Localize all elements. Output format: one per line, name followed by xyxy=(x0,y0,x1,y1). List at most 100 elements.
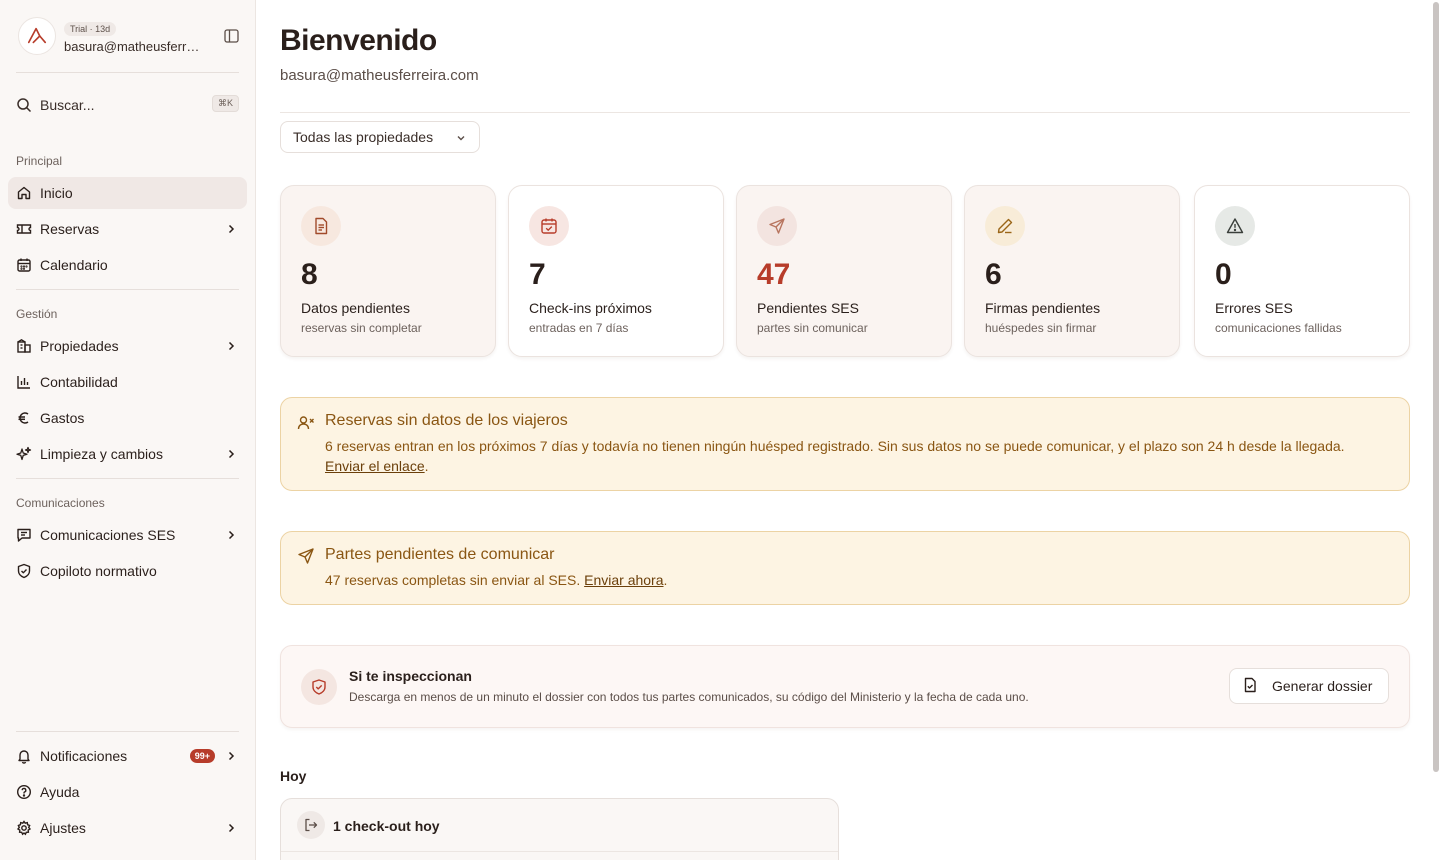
inspection-text: Descarga en menos de un minuto el dossie… xyxy=(349,690,1029,704)
sidebar-item-inicio[interactable]: Inicio xyxy=(8,177,247,209)
sidebar-item-label: Reservas xyxy=(40,221,100,237)
divider xyxy=(16,478,239,479)
alert-text: 47 reservas completas sin enviar al SES.… xyxy=(325,570,1379,590)
property-filter-select[interactable]: Todas las propiedades xyxy=(280,121,480,153)
shield-check-icon xyxy=(16,563,32,579)
notification-count-badge: 99+ xyxy=(189,749,215,763)
alert-text: 6 reservas entran en los próximos 7 días… xyxy=(325,436,1379,476)
stat-sublabel: huéspedes sin firmar xyxy=(985,321,1097,335)
search-icon xyxy=(17,98,32,113)
inspection-title: Si te inspeccionan xyxy=(349,668,472,684)
warning-icon xyxy=(1215,206,1255,246)
sidebar-item-limpieza[interactable]: Limpieza y cambios xyxy=(8,438,247,470)
alert-title: Partes pendientes de comunicar xyxy=(325,546,555,563)
chevron-right-icon xyxy=(223,338,239,354)
sidebar-item-gastos[interactable]: Gastos xyxy=(8,402,247,434)
account-switcher[interactable]: Trial · 13d basura@matheusferreira.com xyxy=(18,16,240,56)
stat-card-errores-ses[interactable]: 0 Errores SES comunicaciones fallidas xyxy=(1194,185,1410,357)
sidebar-item-label: Contabilidad xyxy=(40,374,118,390)
shield-check-icon xyxy=(301,669,337,705)
stat-card-checkins[interactable]: 7 Check-ins próximos entradas en 7 días xyxy=(508,185,724,357)
stat-card-pendientes-ses[interactable]: 47 Pendientes SES partes sin comunicar xyxy=(736,185,952,357)
bell-icon xyxy=(16,748,32,764)
sidebar-item-copiloto[interactable]: Copiloto normativo xyxy=(8,555,247,587)
property-filter-value: Todas las propiedades xyxy=(293,129,434,145)
stat-label: Pendientes SES xyxy=(757,300,859,316)
sidebar-item-reservas[interactable]: Reservas xyxy=(8,213,247,245)
section-comunicaciones: Comunicaciones xyxy=(16,496,105,510)
stat-label: Check-ins próximos xyxy=(529,300,652,316)
sidebar-item-comunicaciones-ses[interactable]: Comunicaciones SES xyxy=(8,519,247,551)
generate-dossier-label: Generar dossier xyxy=(1272,678,1373,694)
sparkles-icon xyxy=(16,446,32,462)
alert-punctuation: . xyxy=(663,572,668,588)
inspection-card: Si te inspeccionan Descarga en menos de … xyxy=(280,645,1410,728)
trial-badge: Trial · 13d xyxy=(64,21,117,36)
calendar-icon xyxy=(16,257,32,273)
gear-icon xyxy=(16,820,32,836)
search-shortcut: ⌘K xyxy=(211,95,239,112)
sidebar-item-contabilidad[interactable]: Contabilidad xyxy=(8,366,247,398)
message-icon xyxy=(16,527,32,543)
sidebar-item-label: Copiloto normativo xyxy=(40,563,157,579)
stat-card-firmas-pendientes[interactable]: 6 Firmas pendientes huéspedes sin firmar xyxy=(964,185,1180,357)
section-gestion: Gestión xyxy=(16,307,58,321)
sidebar-item-label: Propiedades xyxy=(40,338,119,354)
checkout-today-card[interactable]: 1 check-out hoy xyxy=(280,798,839,860)
send-now-button[interactable]: Enviar ahora xyxy=(584,572,663,588)
stat-sublabel: entradas en 7 días xyxy=(529,321,629,335)
alert-partes-pendientes: Partes pendientes de comunicar 47 reserv… xyxy=(280,531,1410,605)
alert-title: Reservas sin datos de los viajeros xyxy=(325,412,568,429)
sidebar-item-label: Calendario xyxy=(40,257,108,273)
stat-sublabel: comunicaciones fallidas xyxy=(1215,321,1342,335)
stat-sublabel: partes sin comunicar xyxy=(757,321,868,335)
stat-sublabel: reservas sin completar xyxy=(301,321,422,335)
chevron-right-icon xyxy=(223,446,239,462)
chevron-right-icon xyxy=(223,527,239,543)
sidebar-item-ajustes[interactable]: Ajustes xyxy=(8,812,247,844)
stat-value: 7 xyxy=(529,258,546,291)
scrollbar[interactable] xyxy=(1432,0,1440,860)
divider xyxy=(281,851,838,852)
stat-label: Errores SES xyxy=(1215,300,1293,316)
pen-icon xyxy=(985,206,1025,246)
send-link-button[interactable]: Enviar el enlace xyxy=(325,458,425,474)
alert-reservas-sin-datos: Reservas sin datos de los viajeros 6 res… xyxy=(280,397,1410,491)
stat-value: 6 xyxy=(985,258,1002,291)
sidebar-item-ayuda[interactable]: Ayuda xyxy=(8,776,247,808)
section-principal: Principal xyxy=(16,154,63,168)
generate-dossier-button[interactable]: Generar dossier xyxy=(1229,668,1389,704)
scrollbar-thumb[interactable] xyxy=(1433,2,1439,772)
send-icon xyxy=(757,206,797,246)
sidebar-toggle-icon[interactable] xyxy=(222,28,240,44)
euro-icon xyxy=(16,410,32,426)
sidebar-item-label: Notificaciones xyxy=(40,748,128,764)
divider xyxy=(16,289,239,290)
ticket-icon xyxy=(16,221,32,237)
account-email: basura@matheusferreira.com xyxy=(64,38,206,54)
sidebar-item-label: Comunicaciones SES xyxy=(40,527,176,543)
sidebar-item-label: Gastos xyxy=(40,410,85,426)
stat-label: Datos pendientes xyxy=(301,300,410,316)
chevron-down-icon xyxy=(455,131,467,147)
help-circle-icon xyxy=(16,784,32,800)
chevron-right-icon xyxy=(223,221,239,237)
stat-card-datos-pendientes[interactable]: 8 Datos pendientes reservas sin completa… xyxy=(280,185,496,357)
stats-cards: 8 Datos pendientes reservas sin completa… xyxy=(280,185,1410,357)
sidebar-item-label: Limpieza y cambios xyxy=(40,446,163,462)
main-content: Bienvenido basura@matheusferreira.com To… xyxy=(256,0,1440,860)
send-icon xyxy=(297,547,315,565)
home-icon xyxy=(16,185,32,201)
log-out-icon xyxy=(297,811,325,839)
sidebar-item-propiedades[interactable]: Propiedades xyxy=(8,330,247,362)
file-check-icon xyxy=(1242,677,1258,696)
chevron-right-icon xyxy=(223,820,239,836)
sidebar-item-notificaciones[interactable]: Notificaciones 99+ xyxy=(8,740,247,772)
checkout-title: 1 check-out hoy xyxy=(333,818,440,834)
page-title: Bienvenido xyxy=(280,24,437,57)
sidebar-item-calendario[interactable]: Calendario xyxy=(8,249,247,281)
search-label: Buscar... xyxy=(40,97,95,113)
stat-value: 47 xyxy=(757,258,791,291)
stat-label: Firmas pendientes xyxy=(985,300,1101,316)
search-button[interactable]: Buscar... ⌘K xyxy=(8,90,247,120)
